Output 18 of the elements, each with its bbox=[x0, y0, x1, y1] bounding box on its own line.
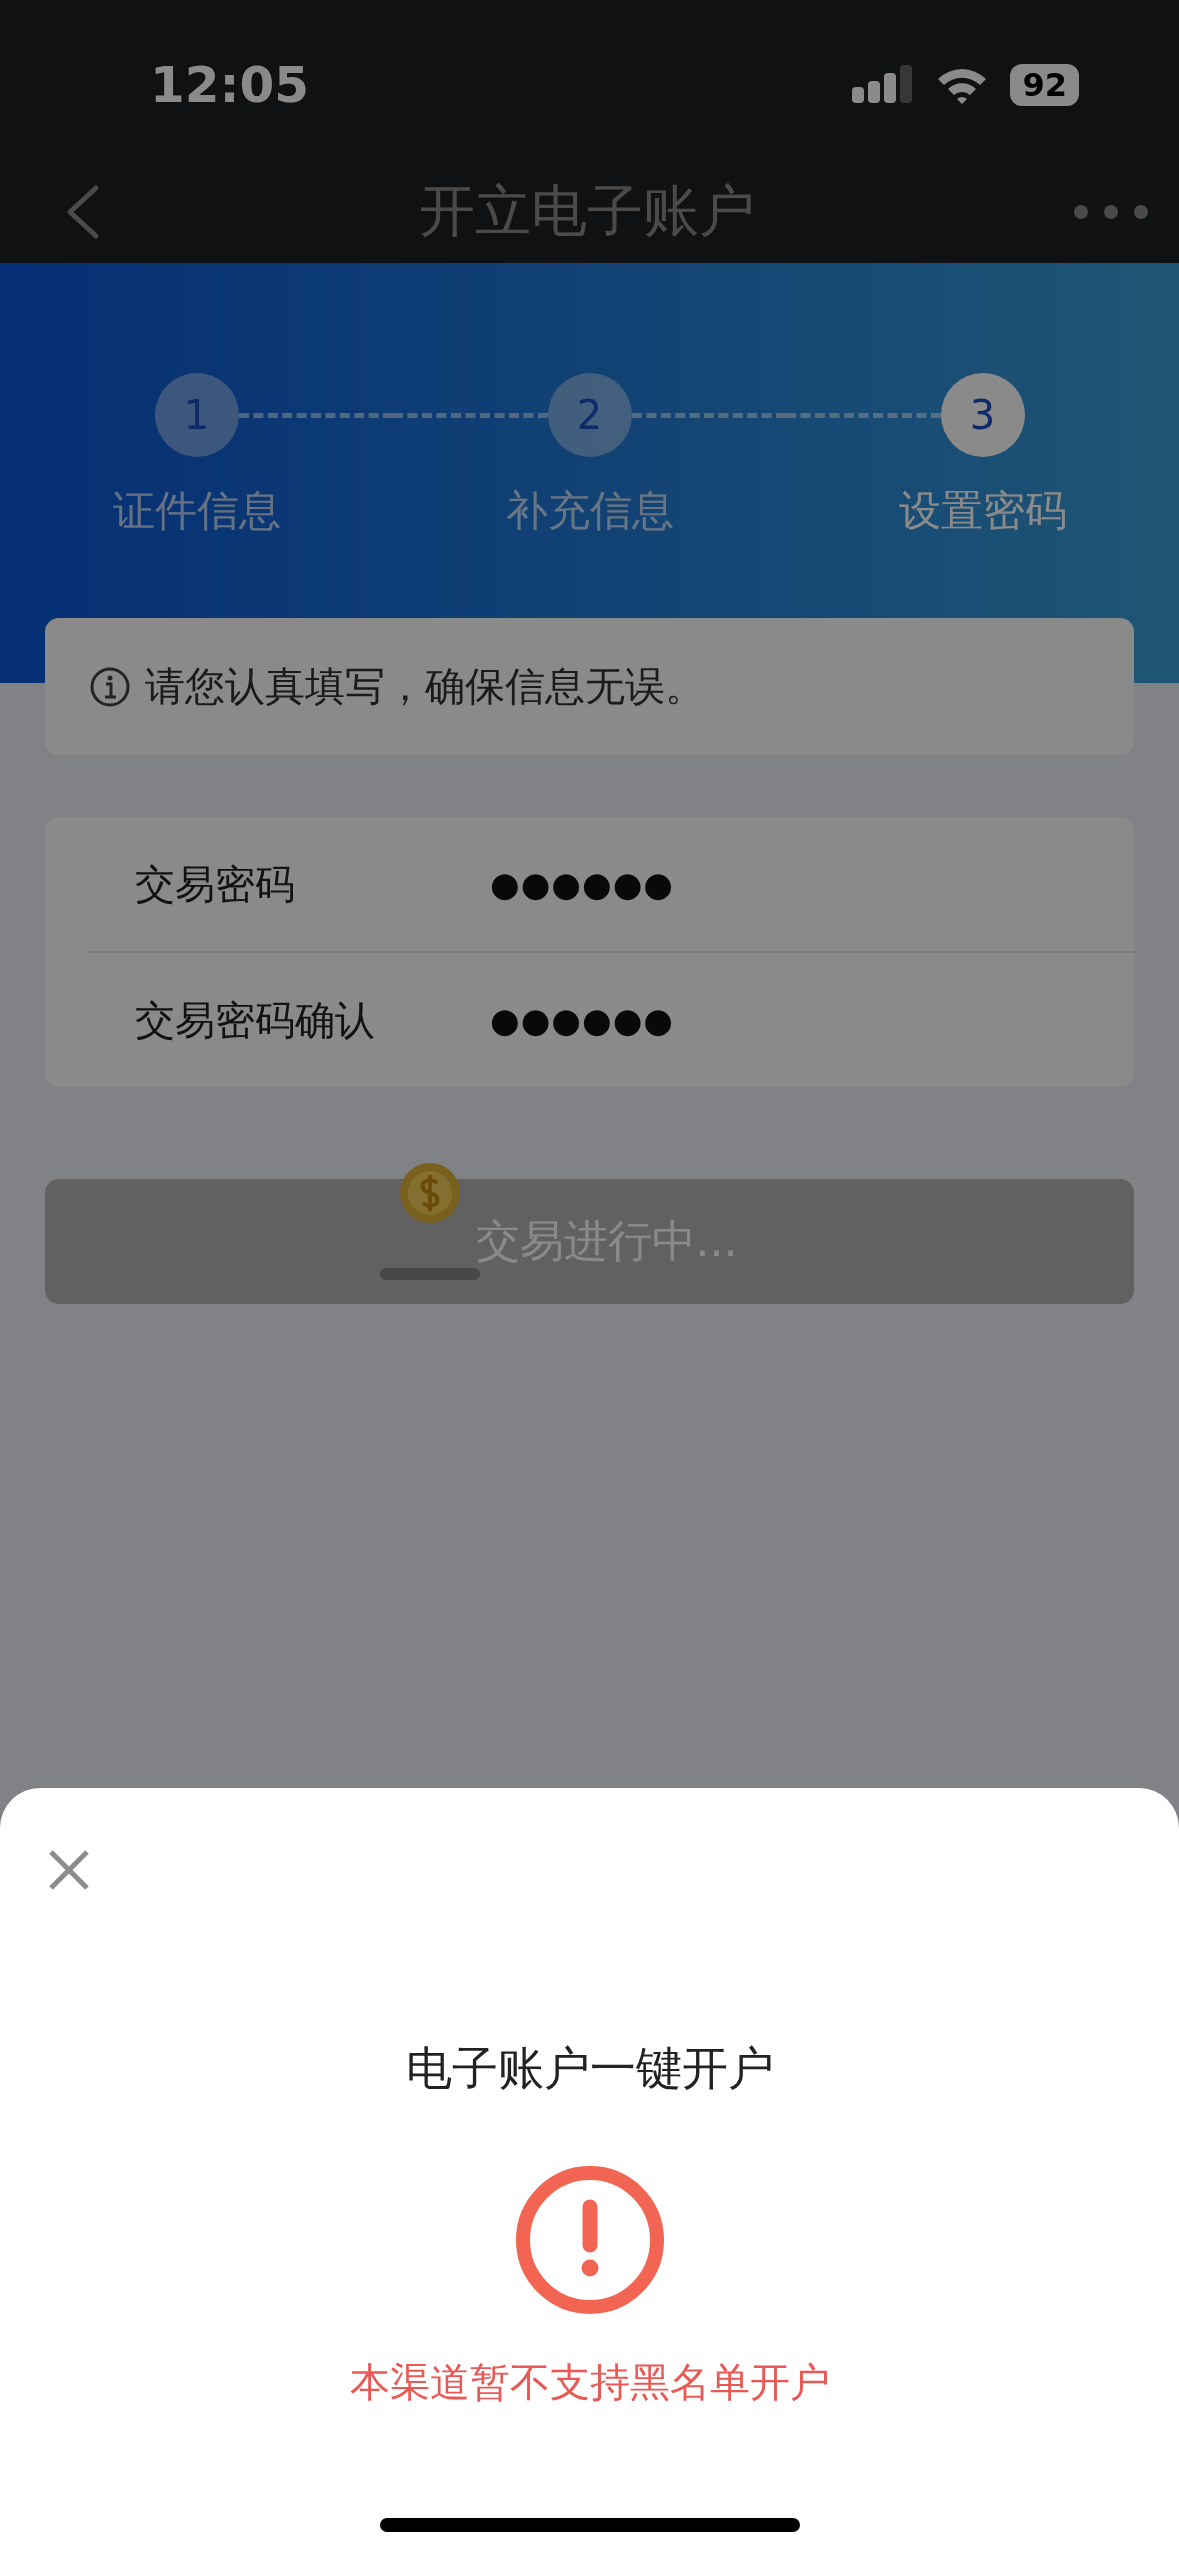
info-icon bbox=[89, 665, 131, 708]
password-field[interactable]: ●●●●●● bbox=[490, 1000, 674, 1040]
error-message: 本渠道暂不支持黑名单开户 bbox=[349, 2358, 830, 2407]
step-label: 证件信息 bbox=[112, 485, 281, 537]
step-number: 3 bbox=[940, 373, 1025, 457]
status-time: 12:05 bbox=[150, 55, 310, 114]
step-label: 补充信息 bbox=[505, 485, 674, 537]
step-label: 设置密码 bbox=[898, 485, 1067, 537]
sheet-title: 电子账户一键开户 bbox=[405, 2040, 774, 2097]
field-label: 交易密码确认 bbox=[135, 995, 376, 1045]
warning-icon bbox=[514, 2165, 665, 2315]
notice-text: 请您认真填写，确保信息无误。 bbox=[145, 662, 705, 711]
more-icon[interactable] bbox=[1073, 203, 1149, 220]
battery-indicator: 92 bbox=[1010, 64, 1079, 106]
page-title: 开立电子账户 bbox=[418, 176, 755, 245]
close-icon[interactable] bbox=[47, 1848, 91, 1892]
password-field[interactable]: ●●●●●● bbox=[490, 864, 674, 904]
field-label: 交易密码 bbox=[135, 859, 296, 909]
